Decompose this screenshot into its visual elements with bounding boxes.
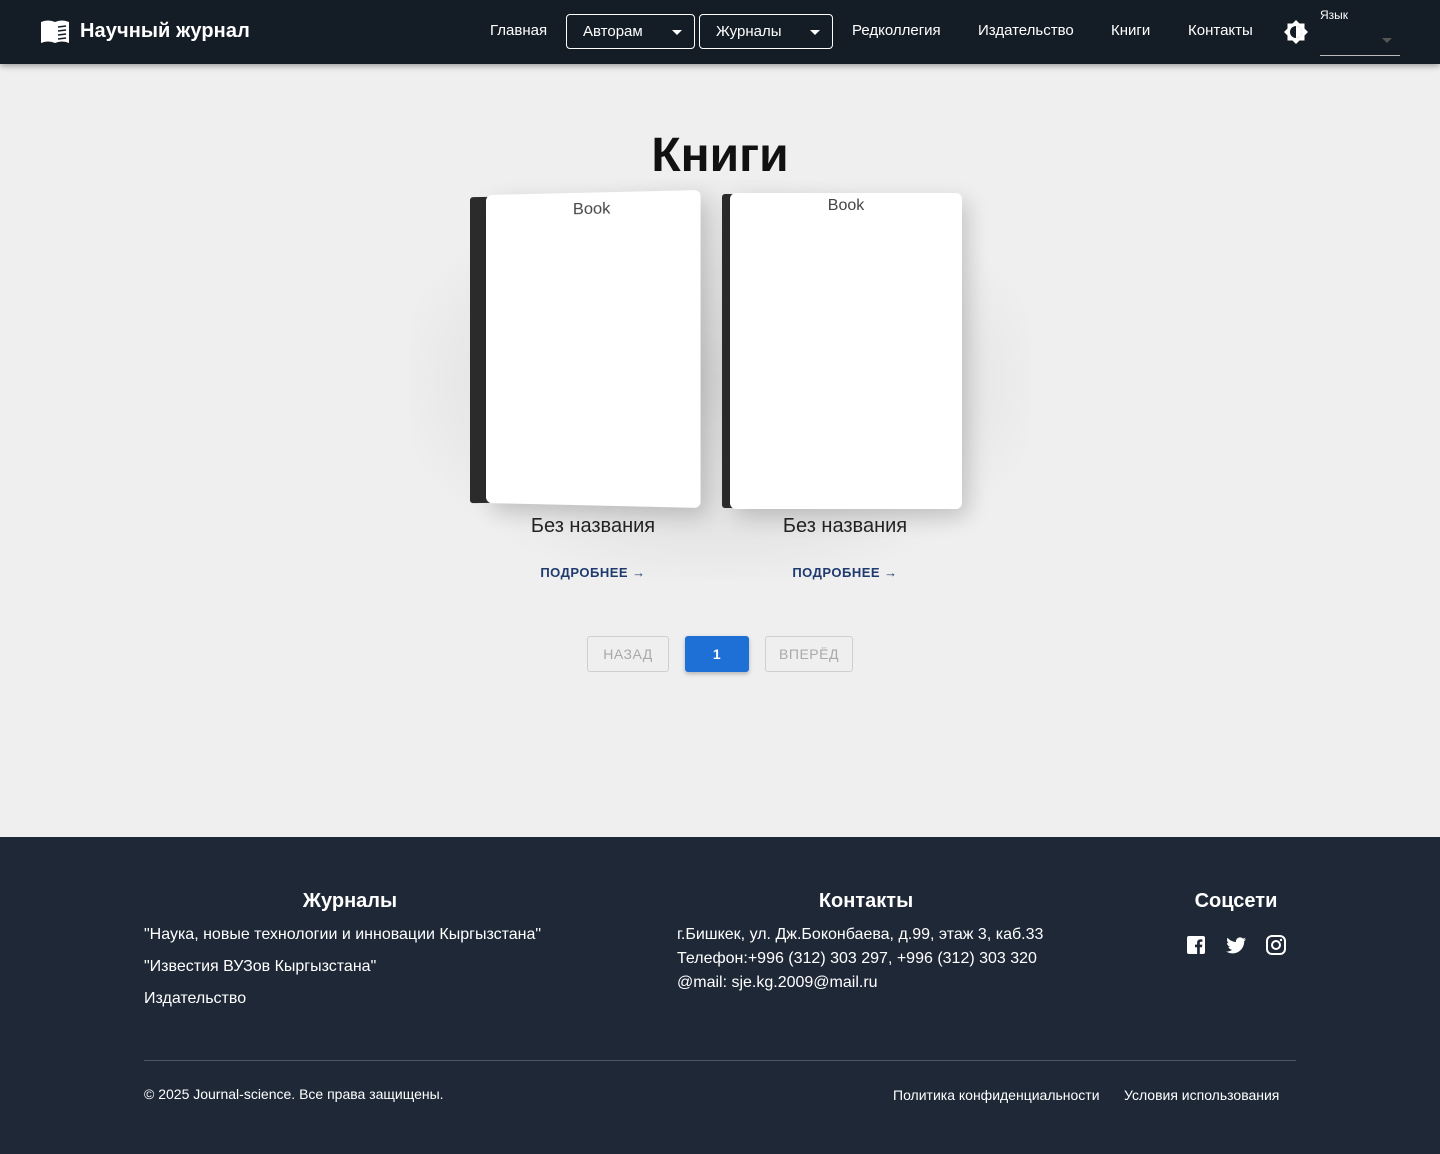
nav-authors-dropdown[interactable]: Авторам: [566, 14, 695, 49]
instagram-icon[interactable]: [1265, 934, 1287, 956]
book-card-1[interactable]: Book: [470, 190, 701, 508]
nav-books[interactable]: Книги: [1111, 22, 1150, 39]
pagination-next-button[interactable]: ВПЕРЁД: [765, 636, 853, 672]
footer-journal-link[interactable]: "Наука, новые технологии и инновации Кыр…: [144, 926, 541, 944]
footer-divider: [144, 1060, 1296, 1061]
language-select[interactable]: Язык: [1320, 6, 1400, 56]
book-more-link-2[interactable]: ПОДРОБНЕЕ →: [725, 565, 965, 580]
twitter-icon[interactable]: [1225, 934, 1247, 956]
copyright-text: © 2025 Journal-science. Все права защище…: [144, 1086, 444, 1102]
footer-journals-heading: Журналы: [302, 890, 398, 912]
footer-journal-link[interactable]: "Известия ВУЗов Кыргызстана": [144, 958, 376, 976]
facebook-icon[interactable]: [1185, 934, 1207, 956]
footer-social-heading: Соцсети: [1194, 890, 1278, 912]
top-navbar: Научный журнал Главная Авторам Журналы Р…: [0, 0, 1440, 64]
book-cover: Book: [486, 190, 701, 508]
nav-contacts[interactable]: Контакты: [1188, 22, 1253, 39]
nav-journals-dropdown[interactable]: Журналы: [699, 14, 833, 49]
book-cover: Book: [730, 193, 962, 509]
nav-journals-label: Журналы: [716, 23, 782, 40]
pagination-page-button[interactable]: 1: [685, 636, 749, 672]
footer-publisher-link[interactable]: Издательство: [144, 990, 246, 1008]
nav-publisher[interactable]: Издательство: [978, 22, 1074, 39]
brand-link[interactable]: Научный журнал: [40, 18, 250, 44]
nav-home[interactable]: Главная: [490, 22, 547, 39]
nav-authors-label: Авторам: [583, 23, 643, 40]
footer: Журналы "Наука, новые технологии и иннов…: [0, 837, 1440, 1154]
footer-phone: Телефон:+996 (312) 303 297, +996 (312) 3…: [677, 950, 1037, 967]
book-title-1: Без названия: [530, 515, 656, 537]
book-logo-icon: [41, 20, 69, 43]
footer-address: г.Бишкек, ул. Дж.Боконбаева, д.99, этаж …: [677, 926, 1044, 943]
footer-contacts-heading: Контакты: [818, 890, 914, 912]
nav-editorial[interactable]: Редколлегия: [852, 22, 941, 39]
brand-title: Научный журнал: [80, 19, 250, 42]
chevron-down-icon: [1382, 38, 1392, 43]
book-title-2: Без названия: [782, 515, 908, 537]
book-more-link-1[interactable]: ПОДРОБНЕЕ →: [473, 565, 713, 580]
privacy-policy-link[interactable]: Политика конфиденциальности: [893, 1087, 1100, 1103]
book-card-2[interactable]: Book: [722, 193, 962, 509]
footer-email: @mail: sje.kg.2009@mail.ru: [677, 974, 878, 991]
pagination-prev-button[interactable]: НАЗАД: [587, 636, 669, 672]
book-image-alt: Book: [572, 200, 611, 219]
book-image-alt: Book: [827, 197, 865, 214]
page-title: Книги: [651, 129, 789, 182]
chevron-down-icon: [672, 30, 682, 35]
terms-of-use-link[interactable]: Условия использования: [1124, 1087, 1279, 1103]
chevron-down-icon: [810, 30, 820, 35]
language-label: Язык: [1320, 8, 1349, 22]
theme-toggle-icon[interactable]: [1283, 19, 1309, 45]
